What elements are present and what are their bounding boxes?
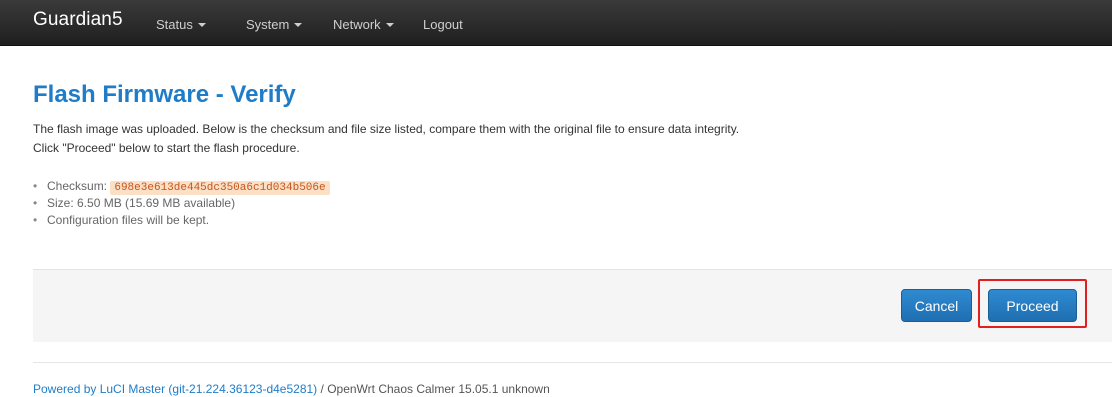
checksum-value: 698e3e613de445dc350a6c1d034b506e xyxy=(110,181,330,195)
proceed-instruction-text: Click "Proceed" below to start the flash… xyxy=(33,141,300,155)
footer-divider xyxy=(33,362,1112,363)
list-item: • Configuration files will be kept. xyxy=(33,212,330,229)
chevron-down-icon xyxy=(294,23,303,27)
nav-status-label: Status xyxy=(156,17,193,32)
nav-network-menu[interactable]: Network xyxy=(333,17,394,32)
list-item: • Size: 6.50 MB (15.69 MB available) xyxy=(33,195,330,212)
list-item: • Checksum: 698e3e613de445dc350a6c1d034b5… xyxy=(33,178,330,195)
bullet-icon: • xyxy=(33,179,38,193)
luci-version-link[interactable]: Powered by LuCI Master (git-21.224.36123… xyxy=(33,382,317,396)
chevron-down-icon xyxy=(385,23,394,27)
bullet-icon: • xyxy=(33,213,38,227)
footer: Powered by LuCI Master (git-21.224.36123… xyxy=(33,382,550,396)
nav-status-menu[interactable]: Status xyxy=(156,17,206,32)
nav-logout-label: Logout xyxy=(423,17,463,32)
size-text: Size: 6.50 MB (15.69 MB available) xyxy=(47,196,236,210)
chevron-down-icon xyxy=(197,23,206,27)
brand-logo[interactable]: Guardian5 xyxy=(33,9,123,31)
verify-info-list: • Checksum: 698e3e613de445dc350a6c1d034b5… xyxy=(33,178,330,229)
bullet-icon: • xyxy=(33,196,38,210)
nav-system-label: System xyxy=(246,17,290,32)
config-kept-text: Configuration files will be kept. xyxy=(47,213,210,227)
checksum-label: Checksum: xyxy=(47,179,111,193)
nav-network-label: Network xyxy=(333,17,381,32)
page-title: Flash Firmware - Verify xyxy=(33,81,296,108)
nav-system-menu[interactable]: System xyxy=(246,17,303,32)
nav-logout-link[interactable]: Logout xyxy=(423,17,463,32)
action-bar: Cancel Proceed xyxy=(33,269,1112,342)
proceed-button[interactable]: Proceed xyxy=(988,289,1077,322)
top-navbar: Guardian5 Status System Network Logout xyxy=(0,0,1112,46)
description-text: The flash image was uploaded. Below is t… xyxy=(33,122,740,136)
openwrt-version-text: / OpenWrt Chaos Calmer 15.05.1 unknown xyxy=(317,382,550,396)
cancel-button[interactable]: Cancel xyxy=(901,289,972,322)
